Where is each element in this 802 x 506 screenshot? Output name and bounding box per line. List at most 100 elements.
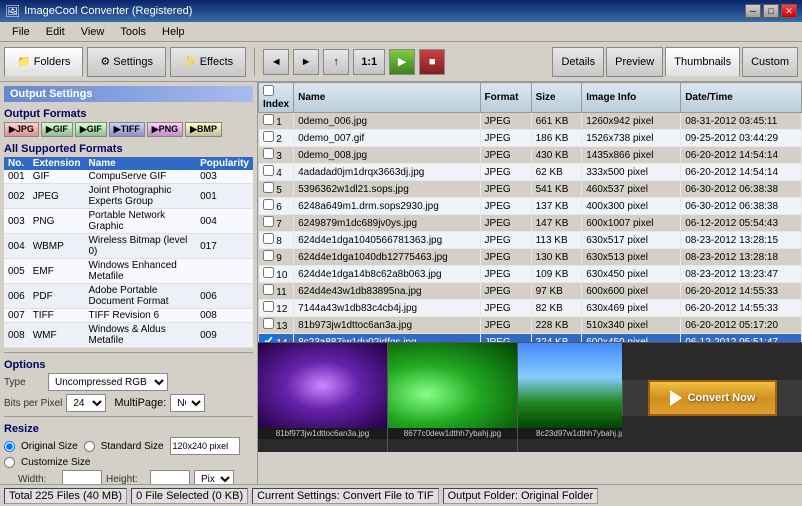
row-size: 228 KB <box>531 317 582 334</box>
select-all-checkbox[interactable] <box>263 85 274 96</box>
table-row[interactable]: 5 5396362w1dl21.sops.jpg JPEG 541 KB 460… <box>259 181 802 198</box>
table-row[interactable]: 7 6249879m1dc689jv0ys.jpg JPEG 147 KB 60… <box>259 215 802 232</box>
row-checkbox[interactable] <box>263 216 274 227</box>
close-btn[interactable]: ✕ <box>781 4 797 18</box>
maximize-btn[interactable]: □ <box>763 4 779 18</box>
row-size: 137 KB <box>531 198 582 215</box>
row-date: 06-30-2012 06:38:38 <box>681 181 802 198</box>
table-row[interactable]: 4 4adadad0jm1drqx3663dj.jpg JPEG 62 KB 3… <box>259 164 802 181</box>
menu-tools[interactable]: Tools <box>112 24 154 40</box>
tab-effects[interactable]: ✨ Effects <box>170 47 246 77</box>
row-format: JPEG <box>480 232 531 249</box>
row-imginfo: 510x340 pixel <box>582 317 681 334</box>
row-checkbox[interactable] <box>263 131 274 142</box>
output-settings-title: Output Settings <box>4 86 253 102</box>
thumb-1[interactable]: 81bf973jw1dttoc6an3a.jpg <box>258 343 388 452</box>
row-checkbox[interactable] <box>263 182 274 193</box>
format-row[interactable]: 002JPEGJoint Photographic Experts Group0… <box>4 184 253 209</box>
row-checkbox[interactable] <box>263 148 274 159</box>
table-row[interactable]: 8 624d4e1dga1040566781363.jpg JPEG 113 K… <box>259 232 802 249</box>
table-row[interactable]: 1 0demo_006.jpg JPEG 661 KB 1260x942 pix… <box>259 113 802 130</box>
menu-help[interactable]: Help <box>154 24 193 40</box>
table-row[interactable]: 13 81b973jw1dttoc6an3a.jpg JPEG 228 KB 5… <box>259 317 802 334</box>
format-png[interactable]: ▶PNG <box>147 122 183 137</box>
standard-size-input[interactable] <box>170 437 240 455</box>
tab-preview[interactable]: Preview <box>606 47 663 77</box>
output-formats-title: Output Formats <box>4 106 253 122</box>
format-gif[interactable]: ▶GIF <box>41 122 73 137</box>
play-btn[interactable]: ▶ <box>389 49 415 75</box>
format-tiff[interactable]: ▶TIFF <box>109 122 145 137</box>
zoom-1to1-btn[interactable]: 1:1 <box>353 49 385 75</box>
row-date: 08-31-2012 03:45:11 <box>681 113 802 130</box>
multipage-select[interactable]: NO <box>170 394 205 412</box>
menu-edit[interactable]: Edit <box>38 24 73 40</box>
row-checkbox[interactable] <box>263 250 274 261</box>
tab-thumbnails[interactable]: Thumbnails <box>665 47 740 77</box>
row-checkbox[interactable] <box>263 199 274 210</box>
table-row[interactable]: 14 8c23a887jw1du02jdfqs.jpg JPEG 324 KB … <box>259 334 802 343</box>
menu-view[interactable]: View <box>73 24 113 40</box>
height-input[interactable] <box>150 470 190 484</box>
row-format: JPEG <box>480 317 531 334</box>
thumb-3[interactable]: 8c23d97w1dthh7ybahj.jpg <box>518 343 622 452</box>
left-panel: Output Settings Output Formats ▶JPG ▶GIF… <box>0 82 258 484</box>
row-checkbox[interactable] <box>263 301 274 312</box>
table-row[interactable]: 2 0demo_007.gif JPEG 186 KB 1526x738 pix… <box>259 130 802 147</box>
format-row[interactable]: 004WBMPWireless Bitmap (level 0)017 <box>4 234 253 259</box>
nav-next-btn[interactable]: ► <box>293 49 319 75</box>
col-ext: Extension <box>29 157 85 170</box>
bits-select[interactable]: 24 <box>66 394 106 412</box>
pixel-unit-select[interactable]: Pixel <box>194 470 234 484</box>
nav-prev-btn[interactable]: ◄ <box>263 49 289 75</box>
format-gif2[interactable]: ▶GIF <box>75 122 107 137</box>
row-name: 624d4e43w1db83895na.jpg <box>294 283 480 300</box>
row-checkbox[interactable] <box>263 233 274 244</box>
settings-icon: ⚙ <box>100 55 110 68</box>
format-row[interactable]: 003PNGPortable Network Graphic004 <box>4 209 253 234</box>
row-date: 09-25-2012 03:44:29 <box>681 130 802 147</box>
format-row[interactable]: 005EMFWindows Enhanced Metafile <box>4 259 253 284</box>
tab-details[interactable]: Details <box>552 47 604 77</box>
thumb-2[interactable]: 8677c0dew1dthh7ybahj.jpg <box>388 343 518 452</box>
tab-settings[interactable]: ⚙ Settings <box>87 47 166 77</box>
table-row[interactable]: 10 624d4e1dga14b8c62a8b063.jpg JPEG 109 … <box>259 266 802 283</box>
format-jpg[interactable]: ▶JPG <box>4 122 39 137</box>
resize-custom-label: Customize Size <box>21 457 90 468</box>
resize-custom-radio[interactable] <box>4 457 15 468</box>
row-checkbox[interactable] <box>263 165 274 176</box>
table-row[interactable]: 11 624d4e43w1db83895na.jpg JPEG 97 KB 60… <box>259 283 802 300</box>
row-name: 6249879m1dc689jv0ys.jpg <box>294 215 480 232</box>
type-select[interactable]: Uncompressed RGB <box>48 373 168 391</box>
format-row[interactable]: 007TIFFTIFF Revision 6008 <box>4 309 253 323</box>
format-row[interactable]: 006PDFAdobe Portable Document Format006 <box>4 284 253 309</box>
row-checkbox[interactable] <box>263 267 274 278</box>
row-size: 430 KB <box>531 147 582 164</box>
format-bmp[interactable]: ▶BMP <box>185 122 222 137</box>
row-checkbox[interactable] <box>263 318 274 329</box>
width-input[interactable] <box>62 470 102 484</box>
menu-file[interactable]: File <box>4 24 38 40</box>
file-list-scroll[interactable]: Index Name Format Size Image Info Date/T… <box>258 82 802 342</box>
row-checkbox[interactable] <box>263 284 274 295</box>
minimize-btn[interactable]: ─ <box>745 4 761 18</box>
table-row[interactable]: 12 7144a43w1db83c4cb4j.jpg JPEG 82 KB 63… <box>259 300 802 317</box>
resize-standard-radio[interactable] <box>84 441 95 452</box>
row-checkbox[interactable] <box>263 114 274 125</box>
tab-folders[interactable]: 📁 Folders <box>4 47 83 77</box>
table-row[interactable]: 6 6248a649m1.drm.sops2930.jpg JPEG 137 K… <box>259 198 802 215</box>
table-row[interactable]: 9 624d4e1dga1040db12775463.jpg JPEG 130 … <box>259 249 802 266</box>
thumb-label-1: 81bf973jw1dttoc6an3a.jpg <box>258 428 387 439</box>
row-checkbox[interactable] <box>263 335 274 342</box>
format-row[interactable]: 001GIFCompuServe GIF003 <box>4 170 253 184</box>
stop-btn[interactable]: ■ <box>419 49 445 75</box>
status-bar: Total 225 Files (40 MB) 0 File Selected … <box>0 484 802 506</box>
table-row[interactable]: 3 0demo_008.jpg JPEG 430 KB 1435x866 pix… <box>259 147 802 164</box>
convert-now-button[interactable]: Convert Now <box>648 380 778 416</box>
resize-original-radio[interactable] <box>4 441 15 452</box>
nav-up-btn[interactable]: ↑ <box>323 49 349 75</box>
convert-label: Convert Now <box>688 392 756 404</box>
tab-custom[interactable]: Custom <box>742 47 798 77</box>
format-row[interactable]: 008WMFWindows & Aldus Metafile009 <box>4 323 253 348</box>
row-date: 06-20-2012 14:54:14 <box>681 147 802 164</box>
